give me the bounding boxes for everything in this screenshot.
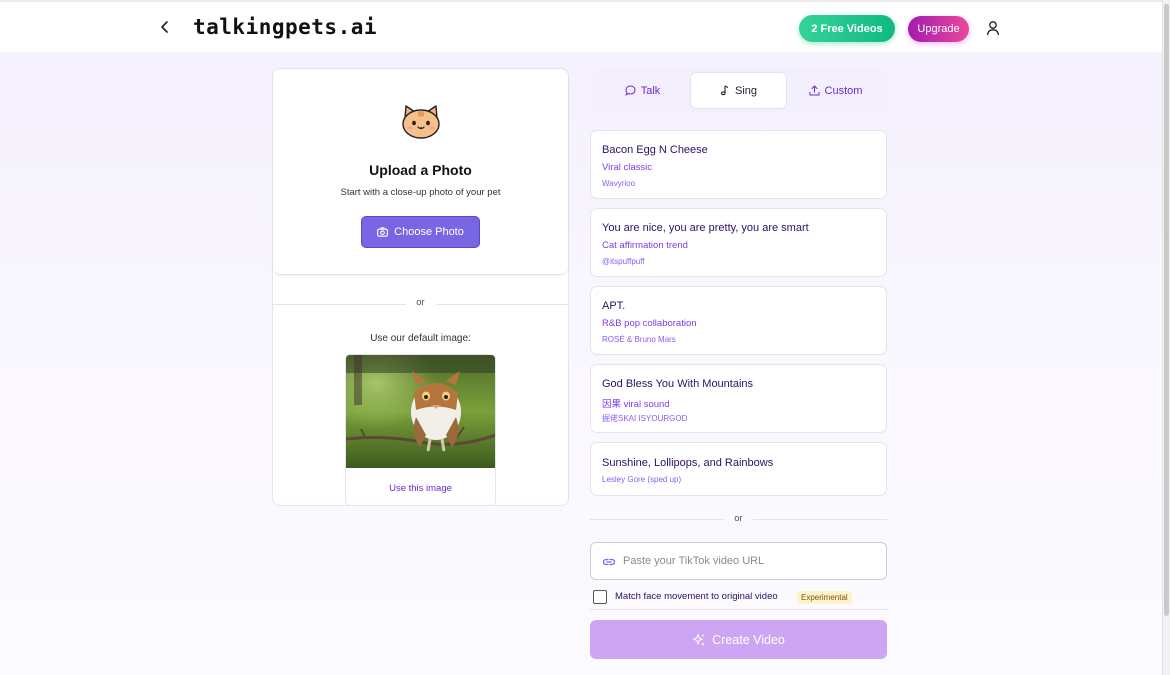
free-videos-button[interactable]: 2 Free Videos xyxy=(799,15,895,42)
tab-talk[interactable]: Talk xyxy=(596,72,689,109)
tab-talk-label: Talk xyxy=(640,84,661,97)
chat-bubble-icon xyxy=(625,85,636,96)
use-this-image-link[interactable]: Use this image xyxy=(346,483,495,494)
scrollbar-thumb[interactable] xyxy=(1164,4,1169,616)
song-subtitle: 因果 viral sound xyxy=(602,399,670,410)
divider-line xyxy=(590,609,887,610)
song-card[interactable]: APT. R&B pop collaboration ROSÉ & Bruno … xyxy=(590,286,887,355)
tab-custom[interactable]: Custom xyxy=(789,72,882,109)
song-title: Sunshine, Lollipops, and Rainbows xyxy=(602,457,774,469)
choose-photo-label: Choose Photo xyxy=(394,226,464,238)
experimental-badge: Experimental xyxy=(797,591,852,604)
link-icon xyxy=(602,558,616,566)
divider-line xyxy=(273,304,406,305)
upload-panel: Upload a Photo Start with a close-up pho… xyxy=(272,68,569,506)
song-card[interactable]: Bacon Egg N Cheese Viral classic Wavyrio… xyxy=(590,130,887,199)
tiktok-url-field[interactable] xyxy=(590,542,887,580)
song-card[interactable]: You are nice, you are pretty, you are sm… xyxy=(590,208,887,277)
song-subtitle: Cat affirmation trend xyxy=(602,240,688,251)
song-artist: Lesley Gore (sped up) xyxy=(602,475,682,484)
song-card[interactable]: Sunshine, Lollipops, and Rainbows Lesley… xyxy=(590,442,887,496)
song-artist: ROSÉ & Bruno Mars xyxy=(602,335,676,344)
default-cat-photo xyxy=(346,355,495,468)
camera-icon xyxy=(377,227,388,237)
tiktok-url-input[interactable] xyxy=(623,551,873,571)
song-artist: 掘佬SKAI ISYOURGOD xyxy=(602,414,688,423)
upload-icon xyxy=(809,85,820,96)
song-artist: @itspuffpuff xyxy=(602,257,645,266)
upload-title: Upload a Photo xyxy=(369,162,472,178)
music-note-icon xyxy=(720,85,729,96)
divider-line xyxy=(590,519,724,520)
song-artist: Wavyrioo xyxy=(602,179,636,188)
site-logo[interactable]: talkingpets.ai xyxy=(193,15,377,39)
upgrade-button[interactable]: Upgrade xyxy=(908,16,969,42)
mode-tabs: Talk Sing Custom xyxy=(590,69,887,113)
song-title: Bacon Egg N Cheese xyxy=(602,144,708,156)
divider-line xyxy=(753,519,887,520)
or-divider: or xyxy=(590,513,887,527)
or-text: or xyxy=(416,297,425,308)
song-title: APT. xyxy=(602,300,626,312)
song-title: You are nice, you are pretty, you are sm… xyxy=(602,222,809,234)
user-icon[interactable] xyxy=(985,20,1001,36)
or-divider: or xyxy=(273,297,568,311)
default-image-label: Use our default image: xyxy=(370,333,471,344)
or-text: or xyxy=(734,513,743,524)
upload-dropzone[interactable]: Upload a Photo Start with a close-up pho… xyxy=(273,69,568,275)
song-subtitle: Viral classic xyxy=(602,162,652,173)
top-navbar: talkingpets.ai 2 Free Videos Upgrade xyxy=(0,0,1162,52)
song-title: God Bless You With Mountains xyxy=(602,378,754,390)
sparkles-icon xyxy=(693,633,706,646)
match-face-label: Match face movement to original video xyxy=(615,591,778,602)
match-face-checkbox[interactable] xyxy=(593,590,607,604)
create-video-button[interactable]: Create Video xyxy=(590,620,887,659)
tab-sing[interactable]: Sing xyxy=(690,72,787,109)
song-card[interactable]: God Bless You With Mountains 因果 viral so… xyxy=(590,364,887,433)
default-image-card[interactable]: Use this image xyxy=(345,354,496,506)
tab-sing-label: Sing xyxy=(734,84,758,97)
chevron-left-icon xyxy=(161,21,168,33)
tab-custom-label: Custom xyxy=(824,84,863,97)
create-video-label: Create Video xyxy=(712,632,785,647)
song-subtitle: R&B pop collaboration xyxy=(602,318,697,329)
scrollbar[interactable] xyxy=(1162,0,1170,675)
upload-subtitle: Start with a close-up photo of your pet xyxy=(340,187,501,198)
cat-face-icon xyxy=(402,105,440,139)
choose-photo-button[interactable]: Choose Photo xyxy=(361,216,480,248)
back-button[interactable] xyxy=(156,18,174,36)
divider-line xyxy=(436,304,568,305)
